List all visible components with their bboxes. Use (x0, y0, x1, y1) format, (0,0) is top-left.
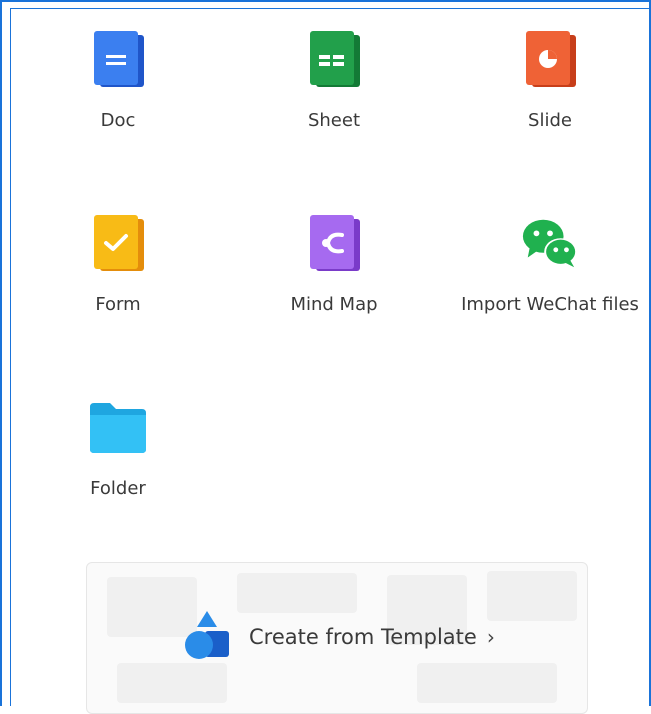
template-shapes-icon (181, 609, 233, 665)
form-icon (88, 214, 148, 274)
wechat-icon (520, 214, 580, 274)
tile-label: Folder (90, 478, 146, 499)
tile-label: Sheet (307, 110, 361, 131)
tile-label: Form (95, 294, 141, 315)
sheet-icon (304, 30, 364, 90)
frame-divider (10, 8, 11, 706)
frame-divider-top (10, 8, 651, 9)
template-preview-ghost (117, 663, 227, 703)
tile-folder[interactable]: Folder (18, 398, 218, 528)
mindmap-icon (304, 214, 364, 274)
doc-icon (88, 30, 148, 90)
tile-doc[interactable]: Doc (18, 30, 218, 160)
tile-label: Doc (100, 110, 136, 131)
tile-label: Mind Map (290, 294, 378, 315)
template-row: Create from Template › (181, 609, 495, 665)
template-preview-ghost (487, 571, 577, 621)
tile-label: Slide (528, 110, 572, 131)
tile-sheet[interactable]: Sheet (234, 30, 434, 160)
tile-slide[interactable]: Slide (450, 30, 650, 160)
template-preview-ghost (237, 573, 357, 613)
tile-import-wechat[interactable]: Import WeChat files (450, 214, 650, 344)
tile-label: Import WeChat files (461, 294, 639, 315)
chevron-right-icon: › (486, 625, 495, 649)
template-preview-ghost (417, 663, 557, 703)
slide-icon (520, 30, 580, 90)
tile-mind-map[interactable]: Mind Map (234, 214, 434, 344)
tile-form[interactable]: Form (18, 214, 218, 344)
folder-icon (88, 398, 148, 458)
create-from-template-card[interactable]: Create from Template › (86, 562, 588, 714)
template-label: Create from Template (249, 625, 477, 649)
